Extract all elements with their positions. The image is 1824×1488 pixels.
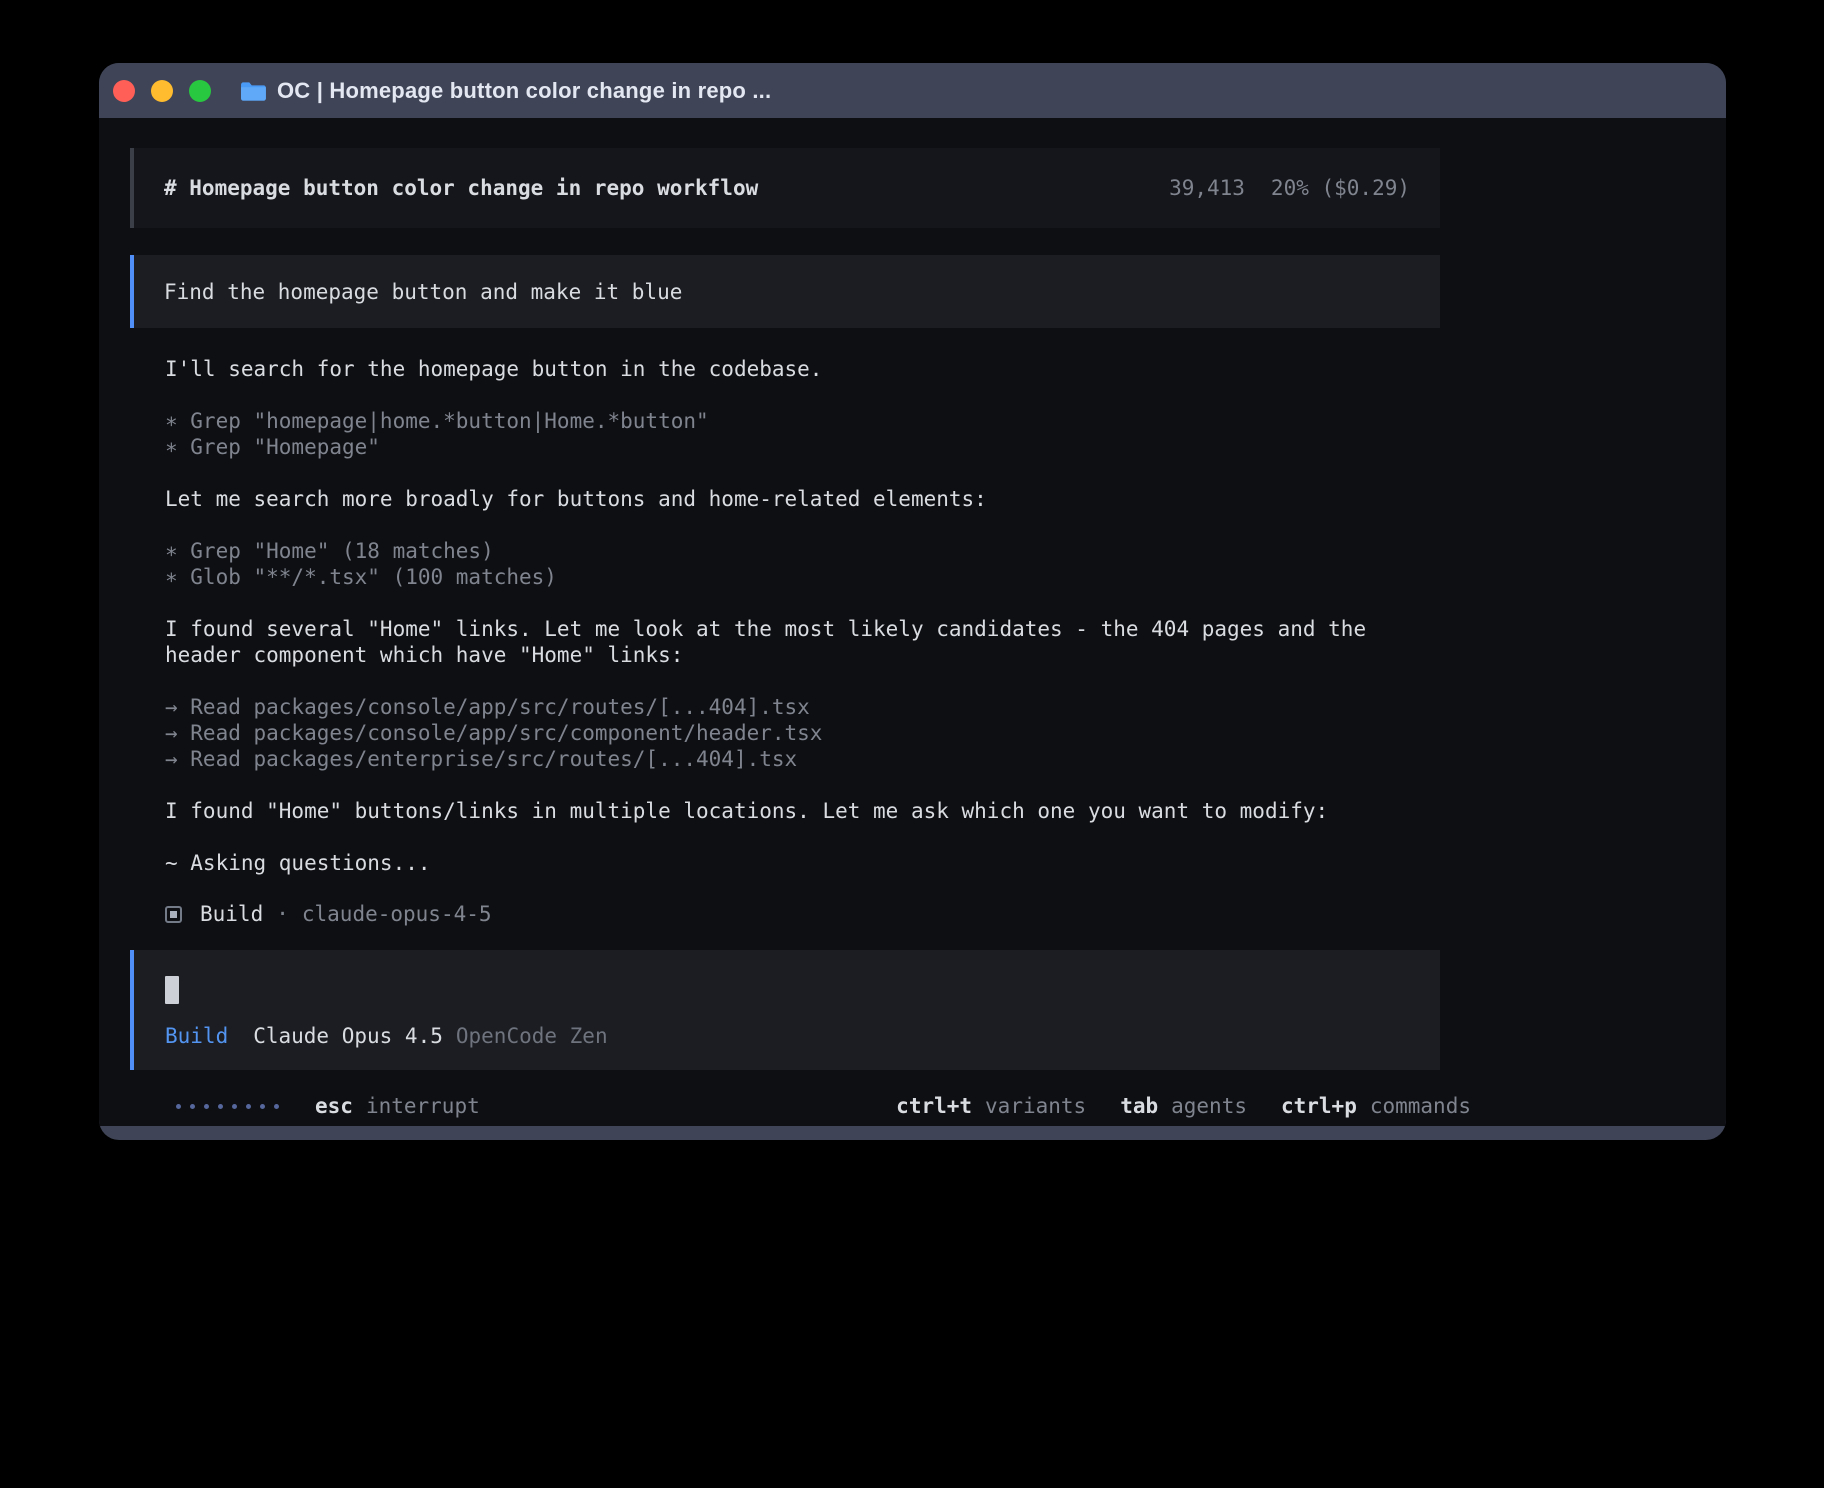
session-title: # Homepage button color change in repo w… [164, 176, 758, 200]
session-header: # Homepage button color change in repo w… [130, 148, 1440, 228]
tool-call-line: → Read packages/enterprise/src/routes/[.… [165, 746, 1440, 772]
assistant-text: I found several "Home" links. Let me loo… [165, 616, 1440, 668]
shortcut-variants: ctrl+t variants [896, 1094, 1086, 1118]
tool-call-line: → Read packages/console/app/src/componen… [165, 720, 1440, 746]
shortcut-key: ctrl+t [896, 1094, 972, 1118]
tool-call-group: → Read packages/console/app/src/routes/[… [165, 694, 1440, 772]
status-bar: esc interrupt ctrl+tvariantstabagentsctr… [161, 1094, 1471, 1118]
tool-call-group: ∗ Grep "Home" (18 matches)∗ Glob "**/*.t… [165, 538, 1440, 590]
session-meta: 39,413 20% ($0.29) [1169, 176, 1410, 200]
interrupt-key: esc [315, 1094, 353, 1118]
shortcut-key: tab [1120, 1094, 1158, 1118]
tool-call-line: ∗ Glob "**/*.tsx" (100 matches) [165, 564, 1440, 590]
agent-separator: · [276, 902, 289, 926]
tool-call-line: ∗ Grep "Homepage" [165, 434, 1440, 460]
assistant-line: I found several "Home" links. Let me loo… [165, 616, 1440, 668]
input-mode-line: Build Claude Opus 4.5 OpenCode Zen [165, 1024, 1410, 1048]
minimize-button[interactable] [151, 80, 173, 102]
interrupt-label: interrupt [366, 1094, 480, 1118]
agent-icon [165, 906, 182, 923]
input-model: Claude Opus 4.5 [253, 1024, 443, 1048]
prompt-input[interactable]: Build Claude Opus 4.5 OpenCode Zen [130, 950, 1440, 1070]
tool-call-line: ∗ Grep "Home" (18 matches) [165, 538, 1440, 564]
assistant-text: I found "Home" buttons/links in multiple… [165, 798, 1440, 824]
agent-name: Build [200, 902, 263, 926]
assistant-line: ~ Asking questions... [165, 850, 1440, 876]
terminal-window: OC | Homepage button color change in rep… [99, 63, 1726, 1140]
shortcut-label: agents [1171, 1094, 1247, 1118]
window-titlebar[interactable]: OC | Homepage button color change in rep… [99, 63, 1726, 118]
transcript: I'll search for the homepage button in t… [165, 356, 1440, 876]
context-usage: 20% ($0.29) [1271, 176, 1410, 200]
window-title: OC | Homepage button color change in rep… [277, 78, 771, 104]
input-mode: Build [165, 1024, 228, 1048]
input-provider: OpenCode Zen [456, 1024, 608, 1048]
shortcut-key: ctrl+p [1281, 1094, 1357, 1118]
shortcut-label: variants [985, 1094, 1086, 1118]
user-message: Find the homepage button and make it blu… [130, 255, 1440, 328]
statusbar-shortcuts: ctrl+t variants tab agents ctrl+p commands [896, 1094, 1471, 1118]
assistant-text: ~ Asking questions... [165, 850, 1440, 876]
close-button[interactable] [113, 80, 135, 102]
shortcut-label: commands [1370, 1094, 1471, 1118]
terminal-content: # Homepage button color change in repo w… [99, 118, 1726, 1126]
assistant-text: Let me search more broadly for buttons a… [165, 486, 1440, 512]
shortcut-agents: tab agents [1120, 1094, 1247, 1118]
assistant-line: I'll search for the homepage button in t… [165, 356, 1440, 382]
assistant-line: Let me search more broadly for buttons a… [165, 486, 1440, 512]
tool-call-line: → Read packages/console/app/src/routes/[… [165, 694, 1440, 720]
user-message-text: Find the homepage button and make it blu… [164, 280, 682, 304]
progress-dots-icon [176, 1104, 288, 1109]
assistant-text: I'll search for the homepage button in t… [165, 356, 1440, 382]
tool-call-group: ∗ Grep "homepage|home.*button|Home.*butt… [165, 408, 1440, 460]
shortcut-commands: ctrl+p commands [1281, 1094, 1471, 1118]
folder-icon [239, 80, 266, 101]
text-cursor [165, 976, 179, 1004]
tool-call-line: ∗ Grep "homepage|home.*button|Home.*butt… [165, 408, 1440, 434]
zoom-button[interactable] [189, 80, 211, 102]
agent-status-row: Build · claude-opus-4-5 [165, 902, 1440, 926]
token-count: 39,413 [1169, 176, 1245, 200]
agent-model: claude-opus-4-5 [302, 902, 492, 926]
assistant-line: I found "Home" buttons/links in multiple… [165, 798, 1440, 824]
